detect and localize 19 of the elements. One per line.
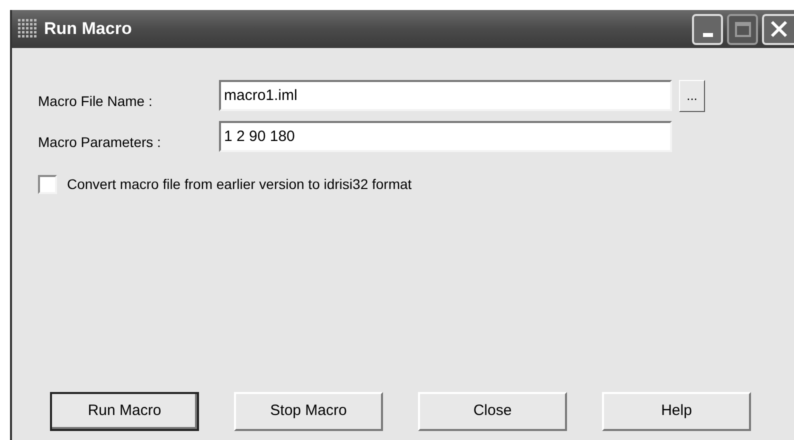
browse-button[interactable]: ... bbox=[679, 80, 705, 112]
maximize-button[interactable] bbox=[727, 14, 758, 44]
close-icon bbox=[769, 19, 789, 39]
window-title: Run Macro bbox=[44, 18, 132, 40]
checkbox-label: Convert macro file from earlier version to idrisi32 format bbox=[67, 175, 412, 194]
text-field[interactable]: 1 2 90 180 bbox=[219, 121, 672, 152]
maximize-icon bbox=[734, 22, 750, 36]
field-label: Macro File Name : bbox=[38, 92, 154, 111]
app-icon bbox=[18, 19, 38, 39]
dialog-button[interactable]: Stop Macro bbox=[234, 392, 383, 431]
text-field[interactable]: macro1.iml bbox=[219, 80, 672, 111]
checkbox[interactable] bbox=[38, 175, 57, 194]
field-label: Macro Parameters : bbox=[38, 133, 162, 152]
dialog-button[interactable]: Help bbox=[602, 392, 751, 431]
minimize-icon bbox=[702, 32, 712, 36]
dialog-button[interactable]: Close bbox=[418, 392, 567, 431]
dialog-button[interactable]: Run Macro bbox=[50, 392, 199, 431]
minimize-button[interactable] bbox=[692, 14, 723, 44]
close-button[interactable] bbox=[762, 14, 794, 44]
